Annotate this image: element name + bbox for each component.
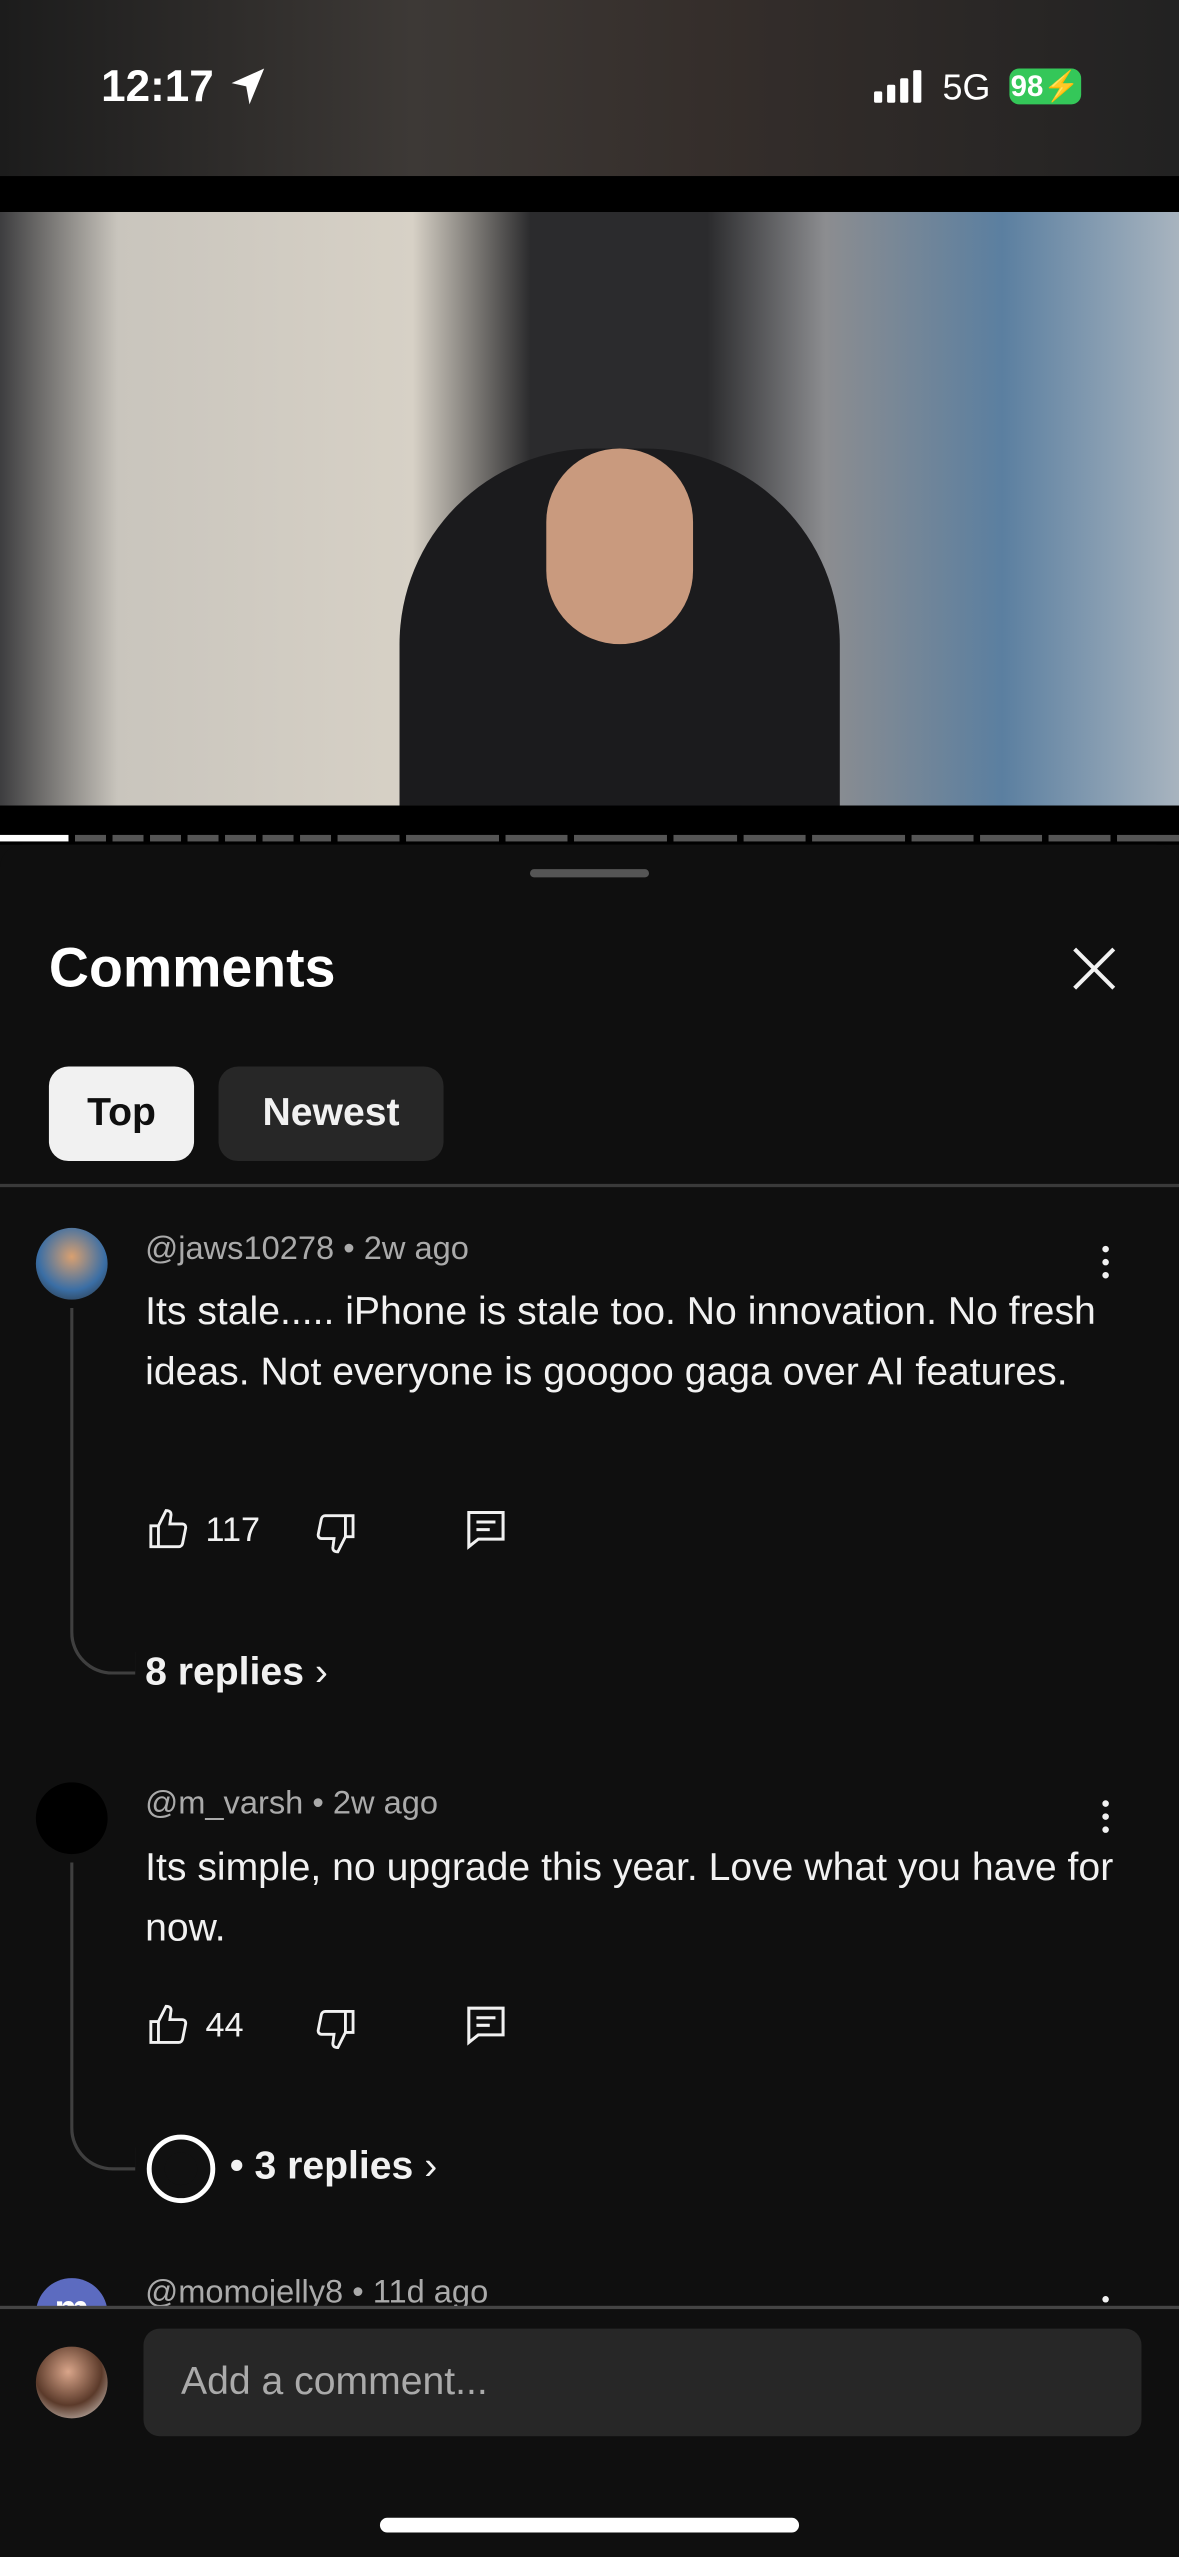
comment-meta: @m_varsh • 2w ago — [145, 1785, 439, 1822]
reply-icon[interactable] — [463, 1507, 509, 1553]
comments-title: Comments — [48, 937, 336, 1000]
thread-line — [70, 1307, 136, 1675]
like-icon[interactable] — [145, 2002, 191, 2048]
comment-author[interactable]: @momojelly8 — [145, 2275, 343, 2308]
replies-label: 8 replies — [145, 1650, 304, 1695]
divider — [0, 2305, 1179, 2310]
battery-level: 98 — [1010, 70, 1044, 103]
drag-handle[interactable] — [529, 869, 650, 878]
like-count: 117 — [205, 1511, 261, 1550]
reply-icon[interactable] — [463, 2002, 509, 2048]
comment-author[interactable]: @jaws10278 — [145, 1231, 334, 1267]
signal-icon — [874, 70, 922, 103]
tab-top[interactable]: Top — [48, 1066, 195, 1162]
close-icon[interactable] — [1068, 943, 1120, 995]
like-count: 44 — [205, 2007, 244, 2045]
comment-text: Its stale..... iPhone is stale too. No i… — [145, 1289, 1096, 1395]
comment-age: 2w ago — [363, 1231, 469, 1268]
location-arrow-icon — [231, 68, 265, 105]
more-options-icon[interactable] — [1102, 1800, 1112, 1833]
replies-label: • 3 replies — [229, 2144, 414, 2189]
chevron-right-icon: › — [424, 2144, 438, 2189]
comment-author[interactable]: @m_varsh — [145, 1786, 303, 1822]
video-progress-bar[interactable] — [0, 834, 1179, 842]
comment-meta: @jaws10278 • 2w ago — [145, 1231, 469, 1268]
thread-line — [70, 1862, 136, 2171]
avatar[interactable] — [35, 1782, 108, 1855]
creator-avatar — [146, 2134, 216, 2204]
battery-icon: 98⚡ — [1009, 68, 1082, 105]
video-player[interactable] — [0, 211, 1179, 806]
tab-newest[interactable]: Newest — [218, 1066, 444, 1162]
view-replies-button[interactable]: • 3 replies › — [230, 2144, 437, 2190]
comment-text: Its simple, no upgrade this year. Love w… — [145, 1845, 1114, 1951]
chevron-right-icon: › — [314, 1650, 328, 1695]
comment-partial: m @momojelly8 • 11d ago — [0, 2267, 1179, 2308]
divider — [0, 1183, 1179, 1188]
status-bar: 12:17 5G 98⚡ — [0, 0, 1179, 177]
user-avatar — [35, 2346, 108, 2419]
add-comment-input[interactable]: Add a comment... — [143, 2328, 1142, 2437]
avatar[interactable] — [35, 1227, 108, 1300]
more-options-icon[interactable] — [1102, 2296, 1112, 2303]
comment-age: 2w ago — [332, 1785, 439, 1822]
video-frame-head — [546, 448, 694, 645]
like-icon[interactable] — [145, 1507, 191, 1553]
status-time: 12:17 — [101, 61, 214, 111]
more-options-icon[interactable] — [1102, 1245, 1112, 1279]
network-type: 5G — [942, 66, 991, 108]
home-indicator[interactable] — [379, 2517, 800, 2533]
comment-meta: @momojelly8 • 11d ago — [145, 2275, 488, 2308]
dislike-icon[interactable] — [313, 1510, 359, 1556]
video-letterbox — [0, 176, 1179, 212]
dislike-icon[interactable] — [313, 2006, 359, 2052]
view-replies-button[interactable]: 8 replies › — [145, 1650, 328, 1696]
comment-age: 11d ago — [372, 2274, 489, 2308]
avatar[interactable]: m — [35, 2278, 108, 2308]
